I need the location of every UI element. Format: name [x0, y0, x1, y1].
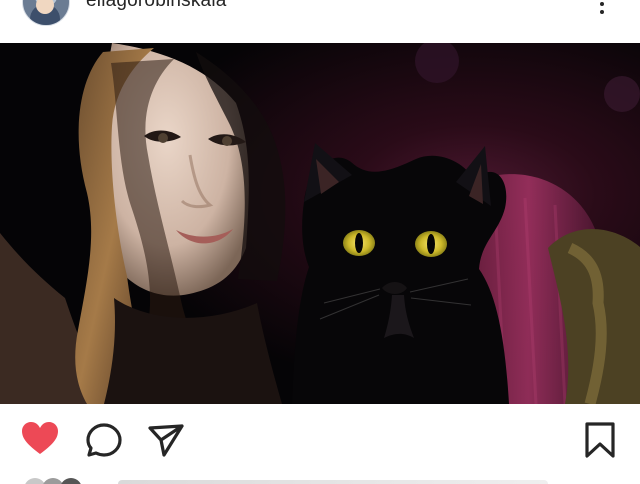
more-options-button[interactable] [592, 0, 612, 20]
username[interactable]: ellagorobinskaia [86, 0, 227, 12]
more-vertical-icon [600, 10, 604, 14]
bookmark-icon [585, 422, 615, 458]
post-photo[interactable] [0, 43, 640, 404]
like-button[interactable] [20, 420, 60, 460]
share-button[interactable] [146, 420, 186, 460]
instagram-post: ellagorobinskaia [0, 0, 640, 484]
user-avatar[interactable] [22, 0, 70, 26]
photo-scene [0, 43, 640, 404]
post-action-bar [0, 404, 640, 476]
heart-filled-icon [22, 422, 58, 454]
likes-preview-row [0, 476, 640, 484]
liked-by-avatar[interactable] [60, 478, 82, 484]
comment-button[interactable] [84, 420, 124, 460]
liked-by-text[interactable] [118, 480, 548, 484]
save-button[interactable] [580, 420, 620, 460]
post-header: ellagorobinskaia [0, 0, 640, 43]
send-icon [148, 424, 184, 457]
comment-icon [86, 423, 122, 457]
more-vertical-icon [600, 2, 604, 6]
